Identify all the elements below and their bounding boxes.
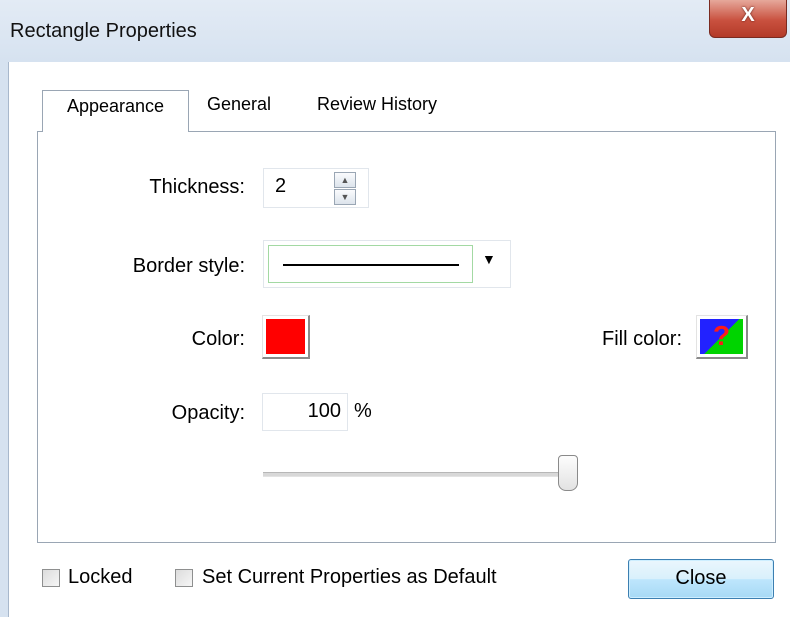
window-title: Rectangle Properties [10,20,197,42]
color-label: Color: [191,328,245,350]
opacity-label: Opacity: [171,402,245,424]
border-style-selected[interactable] [268,245,473,283]
color-swatch [266,319,305,354]
set-default-label[interactable]: Set Current Properties as Default [202,566,497,589]
thickness-value[interactable]: 2 [275,175,286,198]
opacity-input[interactable]: 100 [262,393,348,431]
tab-review-history[interactable]: Review History [305,90,449,126]
thickness-stepper[interactable]: 2 ▲ ▼ [263,168,369,208]
close-button[interactable]: Close [628,559,774,599]
color-picker-button[interactable] [262,315,310,359]
tab-general[interactable]: General [195,90,283,126]
thickness-label: Thickness: [149,176,245,198]
border-style-label: Border style: [132,255,245,277]
chevron-down-icon[interactable]: ▼ [482,251,496,267]
question-mark-icon: ? [712,320,731,351]
locked-checkbox[interactable] [42,569,60,587]
down-arrow-icon[interactable]: ▼ [334,189,356,205]
up-arrow-icon[interactable]: ▲ [334,172,356,188]
fill-color-swatch: ? [700,319,743,354]
set-default-checkbox[interactable] [175,569,193,587]
title-bar: Rectangle Properties X [0,0,790,62]
window-close-button[interactable]: X [709,0,787,38]
solid-line-sample [283,264,459,266]
fill-color-picker-button[interactable]: ? [696,315,748,359]
opacity-slider-thumb[interactable] [558,455,578,491]
opacity-slider-track[interactable] [263,472,571,477]
tab-appearance[interactable]: Appearance [42,90,189,132]
opacity-unit: % [354,400,372,422]
opacity-value[interactable]: 100 [308,400,341,423]
window-left-border [0,62,8,617]
fill-color-label: Fill color: [601,328,682,350]
border-style-dropdown[interactable]: ▼ [263,240,511,288]
locked-label[interactable]: Locked [68,566,133,589]
